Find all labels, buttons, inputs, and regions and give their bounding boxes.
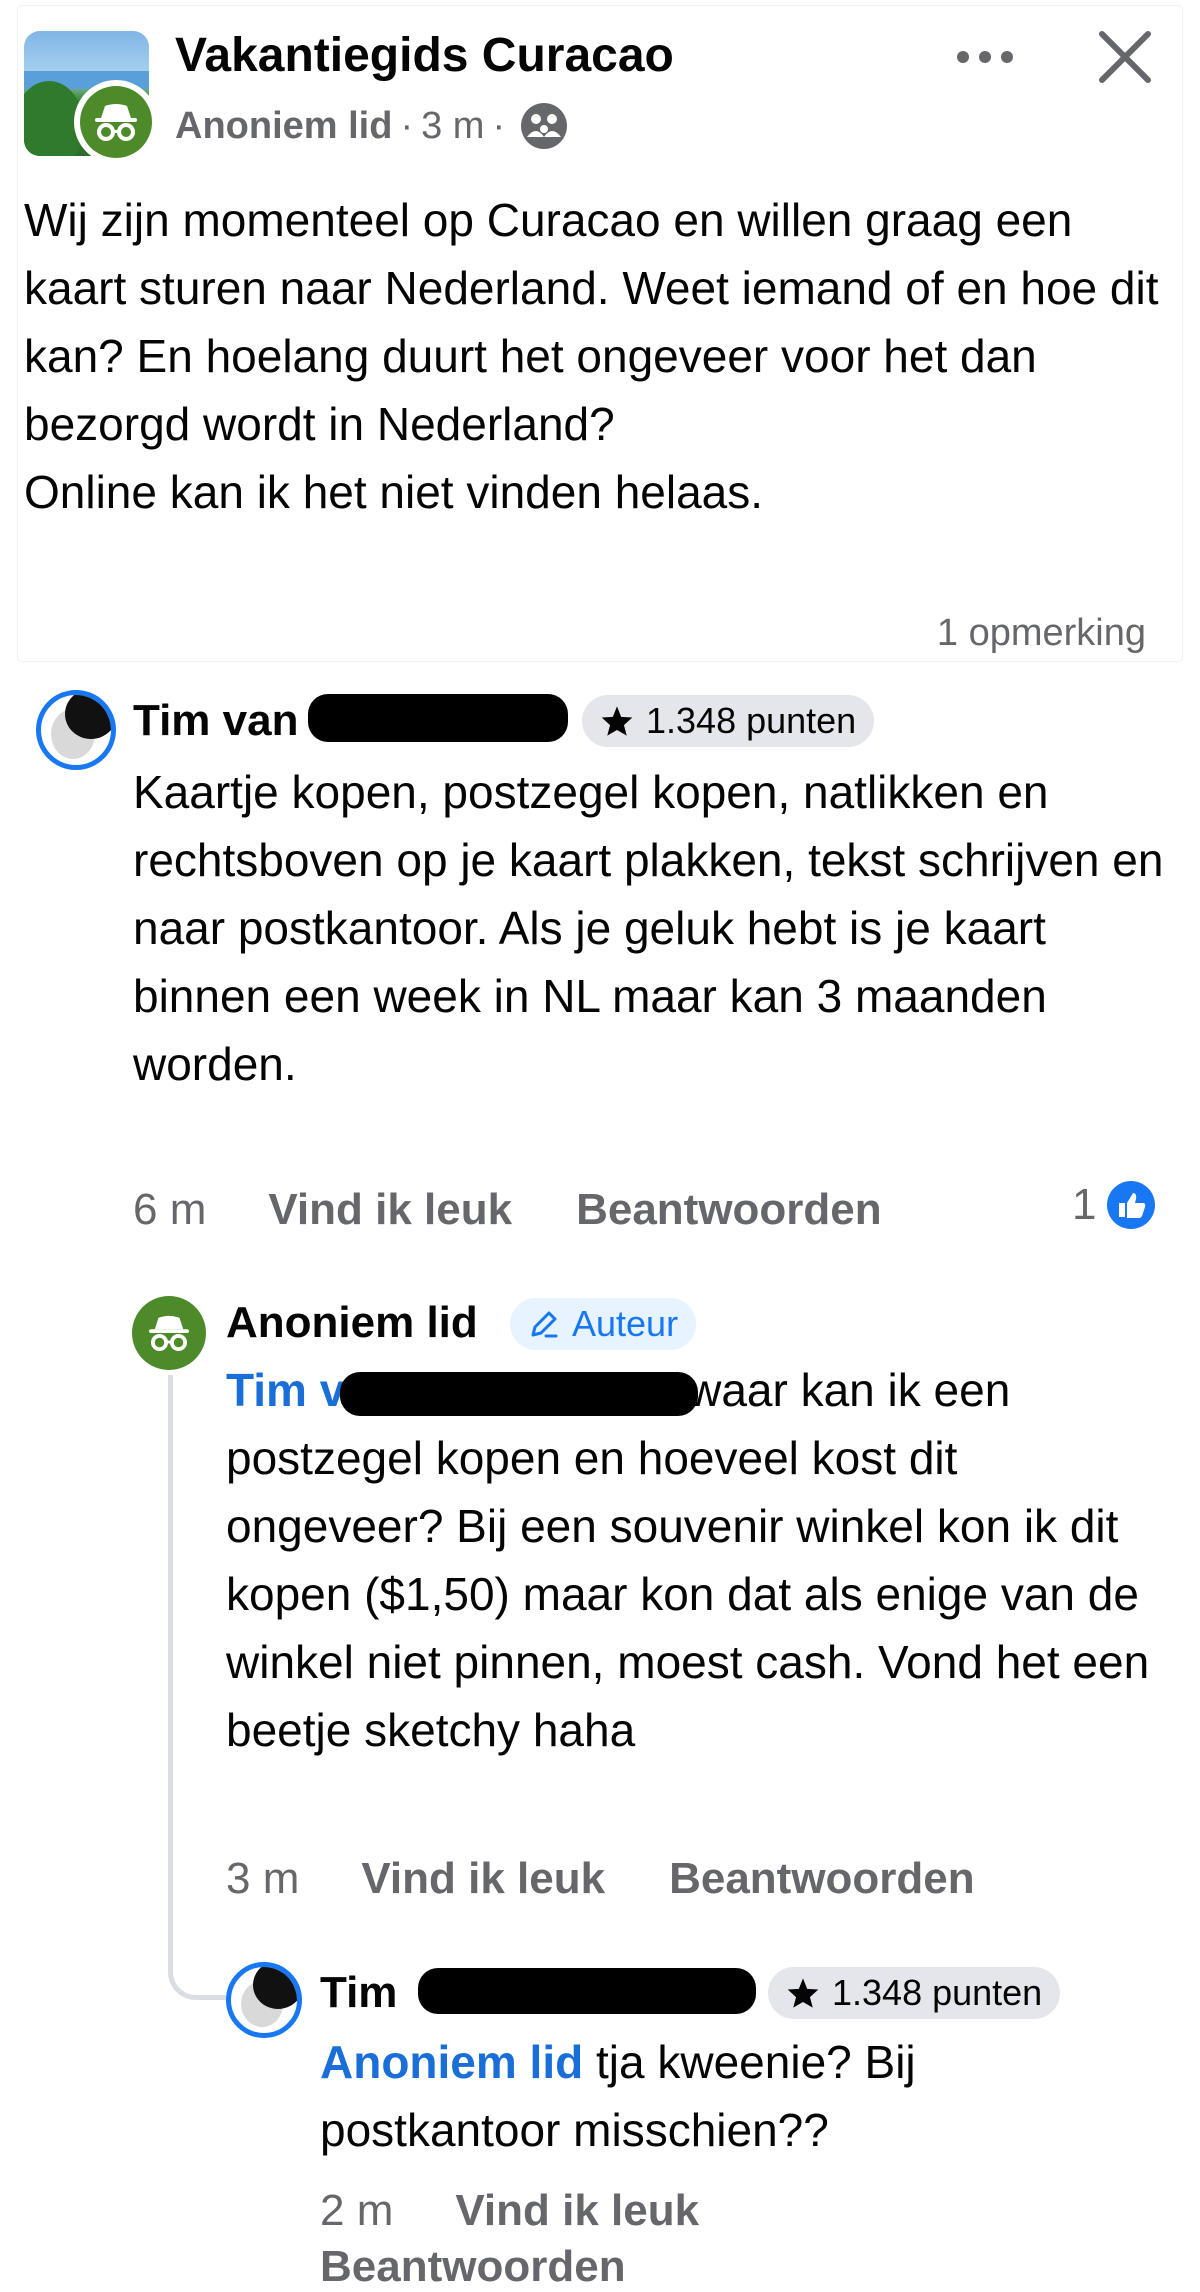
redacted-name-block [308,694,568,742]
group-name[interactable]: Vakantiegids Curacao [175,28,674,83]
incognito-icon [149,1315,189,1352]
reply-button[interactable]: Beantwoorden [320,2242,1040,2292]
post-body-text: Wij zijn momenteel op Curacao en willen … [24,194,1159,518]
points-badge[interactable]: 1.348 punten [582,695,875,747]
comment-actions: 2 m Vind ik leuk Beantwoorden [320,2186,1040,2292]
comment-body: waar kan ik een postzegel kopen en hoeve… [226,1364,1150,1756]
redacted-name-block [340,1372,698,1416]
comment-text: Kaartje kopen, postzegel kopen, natlikke… [133,766,1164,1090]
post-author[interactable]: Anoniem lid [175,105,392,148]
like-count: 1 [1072,1180,1097,1229]
mention-link[interactable]: Tim v [226,1364,345,1416]
anonymous-member-avatar [74,80,158,164]
comment-text: Anoniem lid tja kweenie? Bij postkantoor… [320,2028,1080,2164]
thread-connector [168,1375,173,1935]
mention-link[interactable]: Anoniem lid [320,2036,583,2088]
incognito-icon [95,104,137,141]
reply-button[interactable]: Beantwoorden [576,1185,882,1235]
reply-button[interactable]: Beantwoorden [669,1854,975,1904]
points-badge[interactable]: 1.348 punten [768,1967,1061,2019]
comment-text: Tim v waar kan ik een postzegel kopen en… [226,1356,1176,1764]
redacted-name-block [418,1968,756,2014]
thread-connector-curve [168,1900,226,2000]
like-button[interactable]: Vind ik leuk [455,2186,699,2236]
comment-actions: 6 m Vind ik leuk Beantwoorden [133,1185,882,1235]
post-time[interactable]: 3 m [421,105,484,148]
comment-actions: 3 m Vind ik leuk Beantwoorden [226,1854,975,1904]
close-icon [1099,31,1151,83]
comment-author[interactable]: Anoniem lid [226,1298,478,1348]
anonymous-member-avatar[interactable] [132,1296,206,1370]
more-horizontal-icon [957,51,1013,63]
comment-count[interactable]: 1 opmerking [937,612,1146,655]
points-label: 1.348 punten [832,1972,1043,2013]
post-meta: Anoniem lid · 3 m · [175,101,569,151]
group-audience-icon [519,101,569,151]
pencil-icon [528,1308,560,1340]
more-options-button[interactable] [950,32,1020,82]
author-badge-label: Auteur [572,1303,679,1344]
star-icon [600,705,634,737]
comment-time[interactable]: 6 m [133,1185,206,1235]
comment-author[interactable]: Tim van [133,696,298,746]
points-label: 1.348 punten [646,700,857,741]
comment-author[interactable]: Tim [320,1968,397,2018]
like-button[interactable]: Vind ik leuk [361,1854,605,1904]
comment-time[interactable]: 2 m [320,2186,393,2236]
star-icon [786,1977,820,2009]
meta-separator: · [492,104,506,147]
comment-time[interactable]: 3 m [226,1854,299,1904]
meta-separator: · [400,104,414,147]
like-button[interactable]: Vind ik leuk [268,1185,512,1235]
reaction-count[interactable]: 1 [1072,1180,1156,1230]
close-button[interactable] [1090,26,1160,88]
commenter-avatar[interactable] [226,1962,302,2038]
commenter-avatar[interactable] [36,690,116,770]
author-badge[interactable]: Auteur [510,1298,697,1350]
thumbs-up-icon [1106,1180,1156,1230]
